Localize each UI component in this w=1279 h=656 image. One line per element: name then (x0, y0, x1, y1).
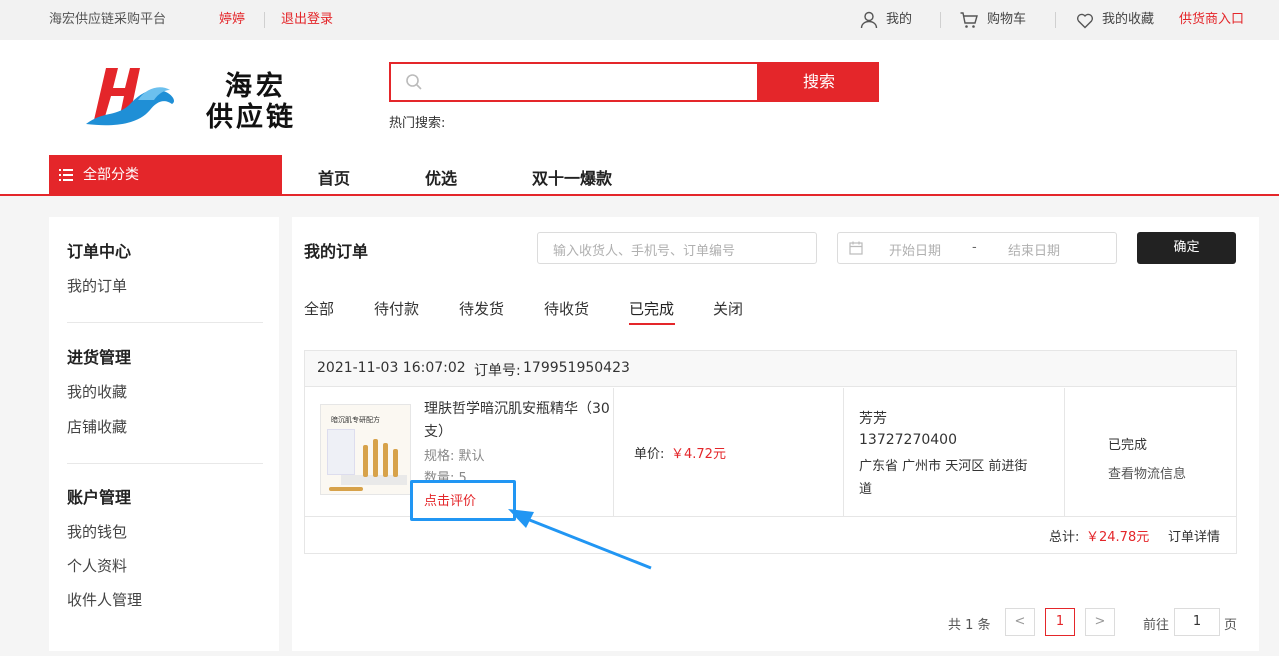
hot-search-label: 热门搜索: (389, 116, 446, 131)
product-spec: 规格: 默认 (424, 449, 485, 464)
all-categories-button[interactable]: 全部分类 (49, 155, 282, 195)
calendar-icon (849, 241, 863, 255)
receiver-name: 芳芳 (859, 411, 887, 427)
product-name-line1[interactable]: 理肤哲学暗沉肌安瓶精华（30 (424, 398, 610, 418)
product-box-graphic (327, 429, 355, 475)
order-total: ￥24.78元 (1086, 530, 1150, 545)
nav-double11[interactable]: 双十一爆款 (532, 165, 612, 189)
page-title: 我的订单 (304, 242, 369, 261)
order-status: 已完成 (1108, 438, 1148, 453)
product-thumbnail-text: 暗沉肌专研配方 (331, 416, 380, 424)
total-label: 总计: (1049, 530, 1080, 545)
ampoule-graphic (393, 449, 398, 477)
divider (1055, 12, 1056, 28)
goto-label: 前往 (1143, 618, 1170, 633)
ampoule-graphic (373, 439, 378, 477)
all-categories-label: 全部分类 (83, 167, 139, 183)
order-detail-link[interactable]: 订单详情 (1168, 526, 1220, 545)
sidebar-item-my-favorites[interactable]: 我的收藏 (67, 381, 127, 402)
tab-closed[interactable]: 关闭 (713, 298, 743, 319)
tab-all[interactable]: 全部 (304, 298, 334, 319)
tab-pending-receipt[interactable]: 待收货 (544, 298, 589, 319)
unit-price: ￥4.72元 (671, 447, 726, 462)
nav-home[interactable]: 首页 (318, 165, 350, 189)
unit-price-label: 单价: (634, 447, 665, 462)
order-number: 179951950423 (523, 360, 630, 376)
view-logistics-link[interactable]: 查看物流信息 (1108, 463, 1186, 482)
list-icon (59, 169, 73, 181)
prev-page-button[interactable]: < (1005, 608, 1035, 636)
divider (940, 12, 941, 28)
user-icon[interactable] (859, 10, 879, 30)
sidebar-item-wallet[interactable]: 我的钱包 (67, 521, 127, 542)
sidebar-item-shop-favorites[interactable]: 店铺收藏 (67, 416, 127, 437)
column-divider (1064, 388, 1065, 516)
tab-completed[interactable]: 已完成 (629, 298, 674, 319)
column-divider (613, 388, 614, 516)
search-button[interactable]: 搜索 (759, 62, 879, 102)
cart-icon[interactable] (959, 10, 979, 30)
receiver-address-line2: 道 (859, 482, 873, 497)
end-date-input[interactable]: 结束日期 (1008, 240, 1060, 259)
page-jump-input[interactable]: 1 (1174, 608, 1220, 636)
order-number-label: 订单号: (474, 363, 521, 379)
ampoule-graphic (363, 445, 368, 477)
search-input[interactable] (431, 70, 741, 94)
product-name-line2[interactable]: 支） (424, 421, 452, 441)
sidebar-item-profile[interactable]: 个人资料 (67, 555, 127, 576)
ampoule-graphic (329, 487, 363, 491)
confirm-button[interactable]: 确定 (1137, 232, 1236, 264)
sidebar-heading-purchasing: 进货管理 (67, 348, 132, 367)
favorites-link[interactable]: 我的收藏 (1102, 11, 1154, 29)
next-page-button[interactable]: > (1085, 608, 1115, 636)
sidebar-item-recipients[interactable]: 收件人管理 (67, 589, 142, 610)
sidebar-heading-orders: 订单中心 (67, 242, 132, 261)
sidebar-divider (67, 322, 263, 323)
supplier-entry-link[interactable]: 供货商入口 (1179, 11, 1244, 29)
page-1-button[interactable]: 1 (1045, 608, 1075, 636)
sidebar-divider (67, 463, 263, 464)
sidebar-item-my-orders[interactable]: 我的订单 (67, 275, 127, 296)
search-icon (406, 74, 422, 90)
active-tab-indicator (629, 323, 675, 325)
logo-icon[interactable] (84, 62, 180, 132)
tab-pending-shipment[interactable]: 待发货 (459, 298, 504, 319)
nav-featured[interactable]: 优选 (425, 165, 457, 189)
annotation-arrow-icon (508, 509, 652, 570)
order-filter-field[interactable]: 输入收货人、手机号、订单编号 (537, 232, 817, 264)
column-divider (843, 388, 844, 516)
cart-link[interactable]: 购物车 (987, 11, 1026, 29)
sidebar-heading-account: 账户管理 (67, 488, 132, 507)
heart-icon[interactable] (1075, 10, 1095, 30)
ampoule-graphic (383, 443, 388, 477)
product-thumbnail[interactable]: 暗沉肌专研配方 (320, 404, 411, 495)
receiver-address-line1: 广东省 广州市 天河区 前进街 (859, 459, 1028, 474)
date-range-picker[interactable]: 开始日期 - 结束日期 (837, 232, 1117, 264)
divider (264, 12, 265, 28)
page-suffix: 页 (1224, 618, 1238, 633)
pagination-total: 共 1 条 (948, 618, 991, 633)
logout-link[interactable]: 退出登录 (281, 11, 333, 29)
start-date-input[interactable]: 开始日期 (889, 240, 941, 259)
username-link[interactable]: 婷婷 (219, 11, 245, 29)
receiver-phone: 13727270400 (859, 432, 957, 448)
platform-name: 海宏供应链采购平台 (49, 12, 167, 27)
search-box[interactable] (389, 62, 759, 102)
review-link[interactable]: 点击评价 (424, 490, 476, 509)
logo-text-line2: 供应链 (206, 102, 296, 133)
order-datetime: 2021-11-03 16:07:02 (317, 360, 466, 376)
order-filter-placeholder: 输入收货人、手机号、订单编号 (553, 244, 736, 259)
my-link[interactable]: 我的 (886, 11, 912, 29)
tab-pending-payment[interactable]: 待付款 (374, 298, 419, 319)
date-separator: - (972, 240, 977, 255)
